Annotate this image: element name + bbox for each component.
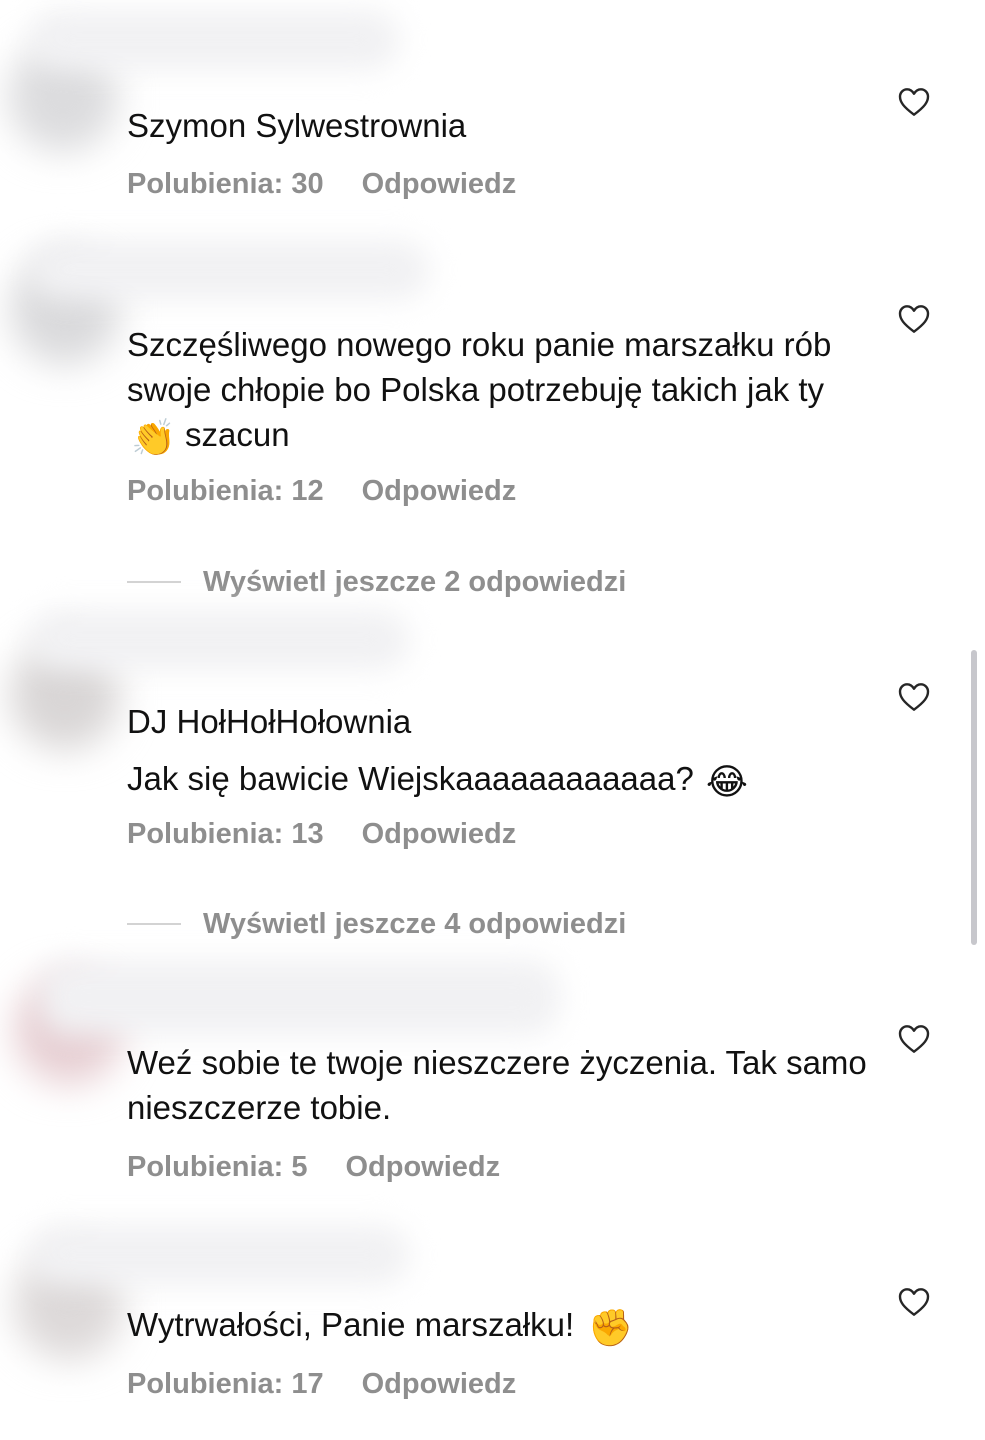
blurred-header [30, 240, 430, 300]
scrollbar[interactable] [971, 650, 977, 945]
heart-icon[interactable] [898, 304, 930, 334]
likes-count[interactable]: Polubienia: 30 [127, 168, 324, 200]
view-more-replies-label[interactable]: Wyświetl jeszcze 4 odpowiedzi [203, 908, 626, 941]
comment-text: Wytrwałości, Panie marszałku! ✊ [127, 1306, 633, 1348]
likes-count[interactable]: Polubienia: 13 [127, 818, 324, 850]
comment-meta: Polubienia: 13 Odpowiedz [127, 818, 516, 851]
blurred-header [30, 610, 410, 670]
blurred-header [30, 1225, 410, 1285]
reply-button[interactable]: Odpowiedz [345, 1151, 500, 1183]
view-more-replies-button[interactable]: Wyświetl jeszcze 2 odpowiedzi [127, 562, 626, 602]
view-more-replies-button[interactable]: Wyświetl jeszcze 4 odpowiedzi [127, 904, 626, 944]
comment-meta: Polubienia: 17 Odpowiedz [127, 1368, 516, 1401]
reply-button[interactable]: Odpowiedz [362, 475, 517, 507]
reply-button[interactable]: Odpowiedz [362, 168, 517, 200]
likes-count[interactable]: Polubienia: 12 [127, 475, 324, 507]
comment-meta: Polubienia: 30 Odpowiedz [127, 168, 516, 201]
heart-icon[interactable] [898, 87, 930, 117]
likes-count[interactable]: Polubienia: 17 [127, 1368, 324, 1400]
heart-icon[interactable] [898, 1287, 930, 1317]
clapping-hands-emoji: 👏 [131, 417, 176, 458]
comment-meta: Polubienia: 12 Odpowiedz [127, 475, 516, 508]
raised-fist-emoji: ✊ [588, 1307, 633, 1348]
comment-meta: Polubienia: 5 Odpowiedz [127, 1151, 500, 1184]
blurred-header [30, 10, 400, 70]
comment-text: Szczęśliwego nowego roku panie marszałku… [127, 326, 832, 458]
reply-button[interactable]: Odpowiedz [362, 1368, 517, 1400]
replies-divider-line [127, 923, 181, 925]
blurred-header [40, 960, 560, 1035]
heart-icon[interactable] [898, 682, 930, 712]
comment-text: Jak się bawicie Wiejskaaaaaaaaaaaa? 😂 [127, 760, 748, 802]
tears-of-joy-emoji: 😂 [705, 761, 748, 802]
replies-divider-line [127, 581, 181, 583]
likes-count[interactable]: Polubienia: 5 [127, 1151, 307, 1183]
reply-button[interactable]: Odpowiedz [362, 818, 517, 850]
view-more-replies-label[interactable]: Wyświetl jeszcze 2 odpowiedzi [203, 566, 626, 599]
comment-username[interactable]: DJ HołHołHołownia [127, 702, 867, 742]
heart-icon[interactable] [898, 1024, 930, 1054]
comment-username[interactable]: Szymon Sylwestrownia [127, 106, 867, 146]
comment-text: Weź sobie te twoje nieszczere życzenia. … [127, 1044, 867, 1126]
